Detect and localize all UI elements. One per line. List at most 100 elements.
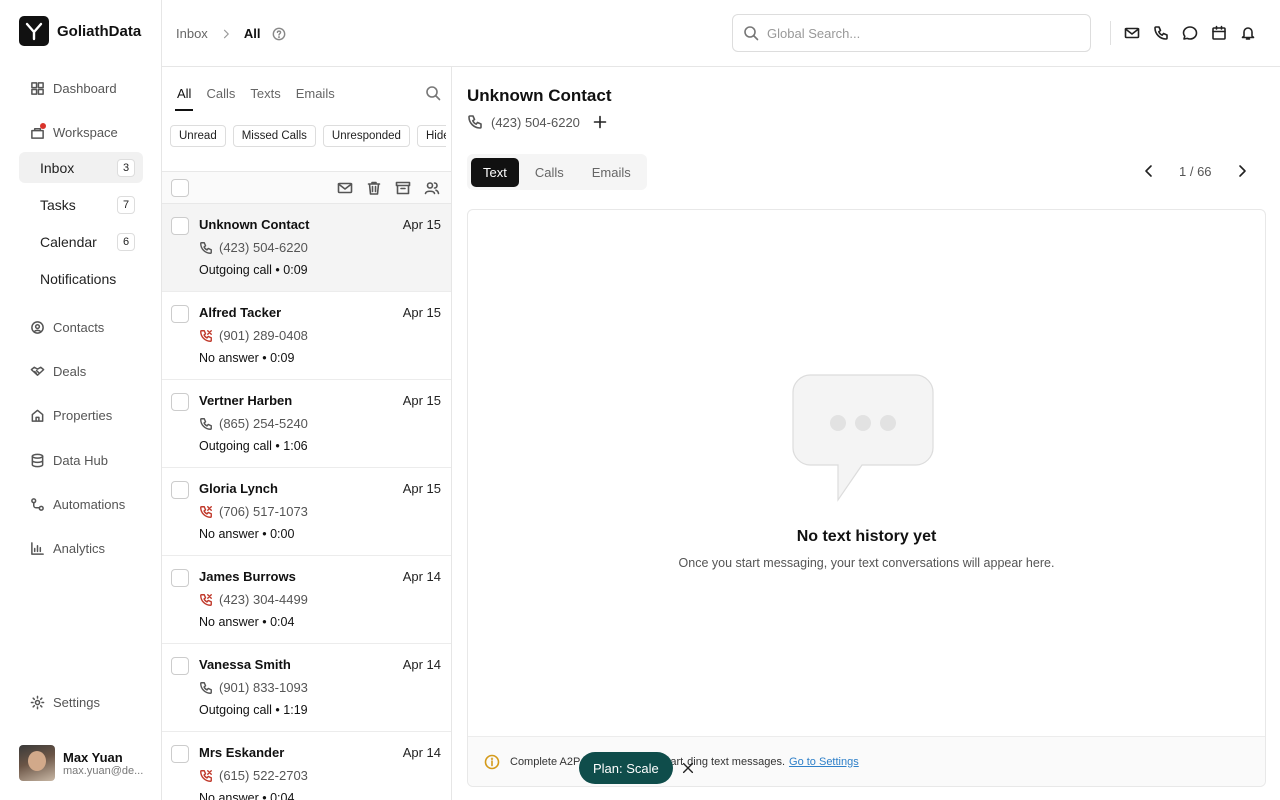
tab-calls[interactable]: Calls [523, 158, 576, 187]
nav-workspace[interactable]: Workspace [19, 117, 143, 147]
sidebar-item-notifications[interactable]: Notifications [19, 263, 143, 294]
breadcrumb: Inbox All [176, 26, 286, 41]
row-checkbox[interactable] [171, 305, 189, 323]
search-icon [426, 86, 441, 101]
list-item[interactable]: Gloria Lynch Apr 15 (706) 517-1073 No an… [162, 468, 451, 556]
list-item[interactable]: Unknown Contact Apr 15 (423) 504-6220 Ou… [162, 204, 451, 292]
tab-all[interactable]: All [177, 86, 191, 101]
select-all-checkbox[interactable] [171, 179, 189, 197]
filter-chips: Unread Missed Calls Unresponded Hide A [170, 125, 446, 147]
active-tab-indicator [175, 109, 193, 111]
row-contact-name: Mrs Eskander [199, 745, 285, 760]
trash-icon[interactable] [366, 180, 382, 196]
tab-calls[interactable]: Calls [206, 86, 235, 101]
row-checkbox[interactable] [171, 657, 189, 675]
nav-dashboard[interactable]: Dashboard [19, 73, 143, 103]
empty-state-title: No text history yet [796, 528, 937, 545]
row-date: Apr 15 [402, 481, 441, 496]
list-item[interactable]: Vertner Harben Apr 15 (865) 254-5240 Out… [162, 380, 451, 468]
sidebar: GoliathData Dashboard Workspace Inbox 3 … [0, 0, 162, 800]
row-checkbox[interactable] [171, 217, 189, 235]
chat-icon[interactable] [1182, 25, 1198, 41]
nav-data-hub[interactable]: Data Hub [19, 445, 143, 475]
row-checkbox[interactable] [171, 745, 189, 763]
sidebar-item-inbox[interactable]: Inbox 3 [19, 152, 143, 183]
app-logo[interactable]: GoliathData [19, 16, 141, 46]
outgoing-call-icon [200, 681, 212, 694]
sidebar-item-calendar[interactable]: Calendar 6 [19, 226, 143, 257]
nav-dashboard-label: Dashboard [53, 80, 117, 96]
info-icon [484, 754, 500, 769]
global-search-input[interactable] [767, 25, 1067, 41]
row-checkbox[interactable] [171, 481, 189, 499]
row-checkbox[interactable] [171, 393, 189, 411]
row-contact-name: James Burrows [199, 569, 296, 584]
conversation-detail-panel: Unknown Contact (423) 504-6220 Text Call… [452, 67, 1280, 800]
list-item[interactable]: Alfred Tacker Apr 15 (901) 289-0408 No a… [162, 292, 451, 380]
row-checkbox[interactable] [171, 569, 189, 587]
nav-analytics[interactable]: Analytics [19, 533, 143, 563]
sidebar-item-tasks[interactable]: Tasks 7 [19, 189, 143, 220]
banner-text-start: Complete A2P [510, 755, 581, 768]
tasks-count-badge: 7 [117, 195, 135, 214]
phone-icon[interactable] [1153, 25, 1169, 41]
top-header: Inbox All [162, 0, 1280, 67]
tab-texts[interactable]: Texts [250, 86, 280, 101]
filter-hide[interactable]: Hide A [416, 125, 446, 147]
nav-settings[interactable]: Settings [19, 687, 143, 717]
row-phone: (901) 289-0408 [199, 328, 308, 343]
app-name: GoliathData [57, 22, 142, 40]
chevron-left-icon[interactable] [1141, 163, 1157, 179]
global-search[interactable] [732, 14, 1091, 52]
contact-phone: (423) 504-6220 [467, 114, 608, 130]
row-phone: (423) 304-4499 [199, 592, 308, 607]
list-item[interactable]: Mrs Eskander Apr 14 (615) 522-2703 No an… [162, 732, 451, 800]
user-profile[interactable]: Max Yuan max.yuan@de... [19, 745, 149, 781]
tab-text[interactable]: Text [471, 157, 519, 187]
workspace-alert-dot [40, 122, 46, 129]
row-date: Apr 14 [402, 657, 441, 672]
pager-position: 1 / 66 [1179, 163, 1212, 179]
filter-unresponded[interactable]: Unresponded [322, 125, 410, 147]
header-actions [1124, 25, 1256, 41]
workflow-icon [31, 497, 44, 511]
archive-icon[interactable] [395, 180, 411, 196]
nav-contacts-label: Contacts [53, 319, 105, 335]
nav-properties[interactable]: Properties [19, 400, 143, 430]
plan-badge[interactable]: Plan: Scale [579, 752, 673, 784]
nav-automations[interactable]: Automations [19, 489, 143, 519]
breadcrumb-all: All [243, 26, 261, 41]
row-phone: (423) 504-6220 [199, 240, 308, 255]
filter-missed-calls[interactable]: Missed Calls [232, 125, 316, 147]
tab-emails[interactable]: Emails [296, 86, 335, 101]
list-search-button[interactable] [425, 85, 441, 101]
row-date: Apr 15 [402, 393, 441, 408]
mark-read-icon[interactable] [337, 180, 353, 196]
home-icon [31, 409, 44, 422]
banner-text-end: ding text messages. [687, 755, 786, 768]
list-item[interactable]: Vanessa Smith Apr 14 (901) 833-1093 Outg… [162, 644, 451, 732]
add-icon[interactable] [592, 114, 608, 130]
nav-workspace-label: Workspace [53, 124, 118, 140]
calendar-icon[interactable] [1211, 25, 1227, 41]
nav-properties-label: Properties [53, 407, 113, 423]
contact-phone-number[interactable]: (423) 504-6220 [491, 115, 580, 130]
breadcrumb-inbox[interactable]: Inbox [176, 26, 208, 41]
empty-state-subtitle: Once you start messaging, your text conv… [678, 556, 1055, 570]
chevron-right-icon[interactable] [1234, 163, 1250, 179]
row-phone: (706) 517-1073 [199, 504, 308, 519]
row-phone-number: (706) 517-1073 [219, 504, 308, 519]
nav-contacts[interactable]: Contacts [19, 312, 143, 342]
bell-icon[interactable] [1240, 25, 1256, 41]
mail-icon[interactable] [1124, 25, 1140, 41]
tab-emails[interactable]: Emails [580, 158, 643, 187]
go-to-settings-link[interactable]: Go to Settings [789, 756, 859, 768]
assign-users-icon[interactable] [424, 180, 440, 196]
filter-unread[interactable]: Unread [170, 125, 226, 147]
nav-deals[interactable]: Deals [19, 356, 143, 386]
contact-title: Unknown Contact [467, 86, 612, 105]
help-icon[interactable] [272, 27, 286, 41]
user-name: Max Yuan [63, 749, 123, 765]
list-item[interactable]: James Burrows Apr 14 (423) 304-4499 No a… [162, 556, 451, 644]
plan-badge-close-button[interactable] [681, 761, 695, 775]
